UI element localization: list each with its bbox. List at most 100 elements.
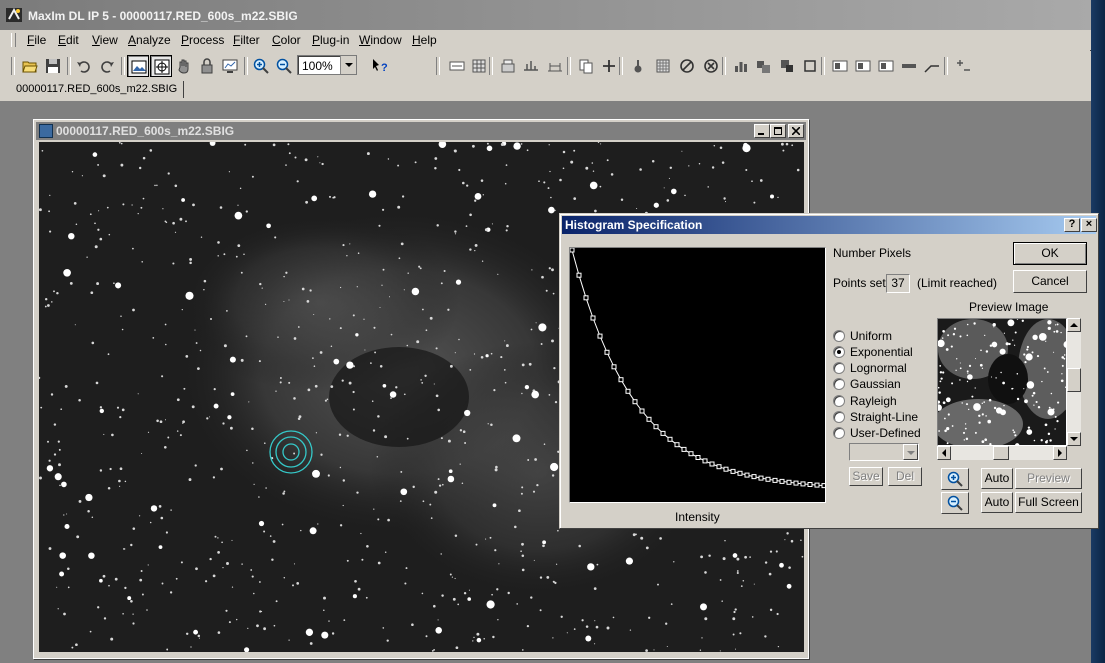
menu-window[interactable]: Window (359, 33, 402, 47)
tool-button-4[interactable] (520, 55, 542, 77)
zoom-level-combo[interactable]: 100% (297, 55, 357, 75)
scroll-up-button[interactable] (1067, 318, 1081, 332)
zoom-in-button[interactable] (250, 55, 272, 77)
open-file-button[interactable] (19, 55, 41, 77)
lock-button[interactable] (196, 55, 218, 77)
curve-control-point[interactable] (667, 436, 673, 442)
auto-preview-button[interactable]: Auto (981, 468, 1013, 489)
scroll-right-button[interactable] (1053, 446, 1067, 460)
radio-indicator[interactable] (833, 346, 845, 358)
screen-stretch-button[interactable] (219, 55, 241, 77)
tool-button-8[interactable] (627, 55, 649, 77)
document-tab[interactable]: 00000117.RED_600s_m22.SBIG (10, 81, 185, 98)
tool-button-18[interactable] (875, 55, 897, 77)
tool-button-12[interactable] (730, 55, 752, 77)
dialog-help-button[interactable]: ? (1064, 218, 1080, 232)
curve-control-point[interactable] (737, 470, 743, 476)
curve-control-point[interactable] (779, 478, 785, 484)
cancel-button[interactable]: Cancel (1013, 270, 1087, 293)
menu-color[interactable]: Color (272, 33, 301, 47)
preview-vertical-scrollbar[interactable] (1067, 318, 1081, 446)
tool-button-7[interactable] (598, 55, 620, 77)
curve-control-point[interactable] (653, 424, 659, 430)
radio-indicator[interactable] (833, 395, 845, 407)
menu-file[interactable]: File (27, 33, 46, 47)
tool-button-5[interactable] (544, 55, 566, 77)
curve-control-point[interactable] (765, 476, 771, 482)
curve-control-point[interactable] (730, 468, 736, 474)
radio-indicator[interactable] (833, 378, 845, 390)
tool-button-3[interactable] (497, 55, 519, 77)
curve-control-point[interactable] (751, 474, 757, 480)
full-screen-button[interactable]: Full Screen (1015, 492, 1082, 513)
close-button[interactable] (788, 124, 804, 138)
tool-button-9[interactable] (652, 55, 674, 77)
zoom-dropdown-arrow[interactable] (340, 56, 356, 74)
menu-help[interactable]: Help (412, 33, 437, 47)
ok-button[interactable]: OK (1013, 242, 1087, 265)
curve-control-point[interactable] (646, 416, 652, 422)
curve-control-point[interactable] (800, 481, 806, 487)
curve-control-point[interactable] (674, 442, 680, 448)
curve-control-point[interactable] (716, 464, 722, 470)
curve-control-point[interactable] (695, 455, 701, 460)
curve-control-point[interactable] (772, 477, 778, 483)
curve-control-point[interactable] (583, 295, 589, 301)
curve-control-point[interactable] (618, 377, 624, 383)
undo-button[interactable] (73, 55, 95, 77)
dialog-titlebar[interactable]: Histogram Specification ? × (562, 216, 1097, 234)
curve-control-point[interactable] (688, 451, 694, 457)
menu-process[interactable]: Process (181, 33, 224, 47)
scroll-down-button[interactable] (1067, 432, 1081, 446)
curve-control-point[interactable] (597, 333, 603, 339)
preview-horizontal-scrollbar[interactable] (937, 446, 1067, 460)
tool-button-10[interactable] (676, 55, 698, 77)
tool-button-16[interactable] (829, 55, 851, 77)
tool-button-20[interactable] (921, 55, 943, 77)
curve-control-point[interactable] (807, 482, 813, 487)
tool-button-14[interactable] (776, 55, 798, 77)
tool-button-21[interactable] (952, 55, 974, 77)
curve-control-point[interactable] (793, 480, 799, 486)
dialog-close-button[interactable]: × (1081, 218, 1097, 232)
menu-plugin[interactable]: Plug-in (312, 33, 349, 47)
curve-control-point[interactable] (632, 399, 638, 405)
save-file-button[interactable] (42, 55, 64, 77)
curve-control-point[interactable] (821, 483, 826, 489)
tool-button-17[interactable] (852, 55, 874, 77)
radio-indicator[interactable] (833, 330, 845, 342)
auto-fullscreen-button[interactable]: Auto (981, 492, 1013, 513)
image-window-titlebar[interactable]: 00000117.RED_600s_m22.SBIG (36, 122, 806, 140)
curve-control-point[interactable] (570, 248, 575, 253)
curve-control-point[interactable] (660, 430, 666, 436)
radio-indicator[interactable] (833, 411, 845, 423)
curve-control-point[interactable] (681, 446, 687, 452)
curve-control-point[interactable] (625, 388, 631, 394)
radio-indicator[interactable] (833, 427, 845, 439)
scroll-left-button[interactable] (937, 446, 951, 460)
tool-button-19[interactable] (898, 55, 920, 77)
menu-analyze[interactable]: Analyze (128, 33, 171, 47)
curve-control-point[interactable] (576, 272, 582, 278)
radio-indicator[interactable] (833, 362, 845, 374)
curve-control-point[interactable] (786, 479, 792, 485)
pan-hand-button[interactable] (173, 55, 195, 77)
preview-image[interactable] (937, 318, 1067, 446)
image-view-button[interactable] (127, 55, 149, 77)
menu-filter[interactable]: Filter (233, 33, 260, 47)
context-help-button[interactable]: ? (369, 55, 391, 77)
curve-control-point[interactable] (611, 364, 617, 370)
tool-button-15[interactable] (799, 55, 821, 77)
select-region-button[interactable] (150, 55, 172, 77)
horizontal-scroll-thumb[interactable] (993, 446, 1009, 460)
curve-control-point[interactable] (604, 349, 610, 355)
menu-view[interactable]: View (92, 33, 118, 47)
curve-control-point[interactable] (702, 458, 708, 464)
tool-button-1[interactable] (446, 55, 468, 77)
tool-button-2[interactable] (468, 55, 490, 77)
zoom-out-button[interactable] (273, 55, 295, 77)
tool-button-6[interactable] (575, 55, 597, 77)
curve-control-point[interactable] (590, 315, 596, 321)
tool-button-13[interactable] (753, 55, 775, 77)
curve-control-point[interactable] (639, 408, 645, 414)
